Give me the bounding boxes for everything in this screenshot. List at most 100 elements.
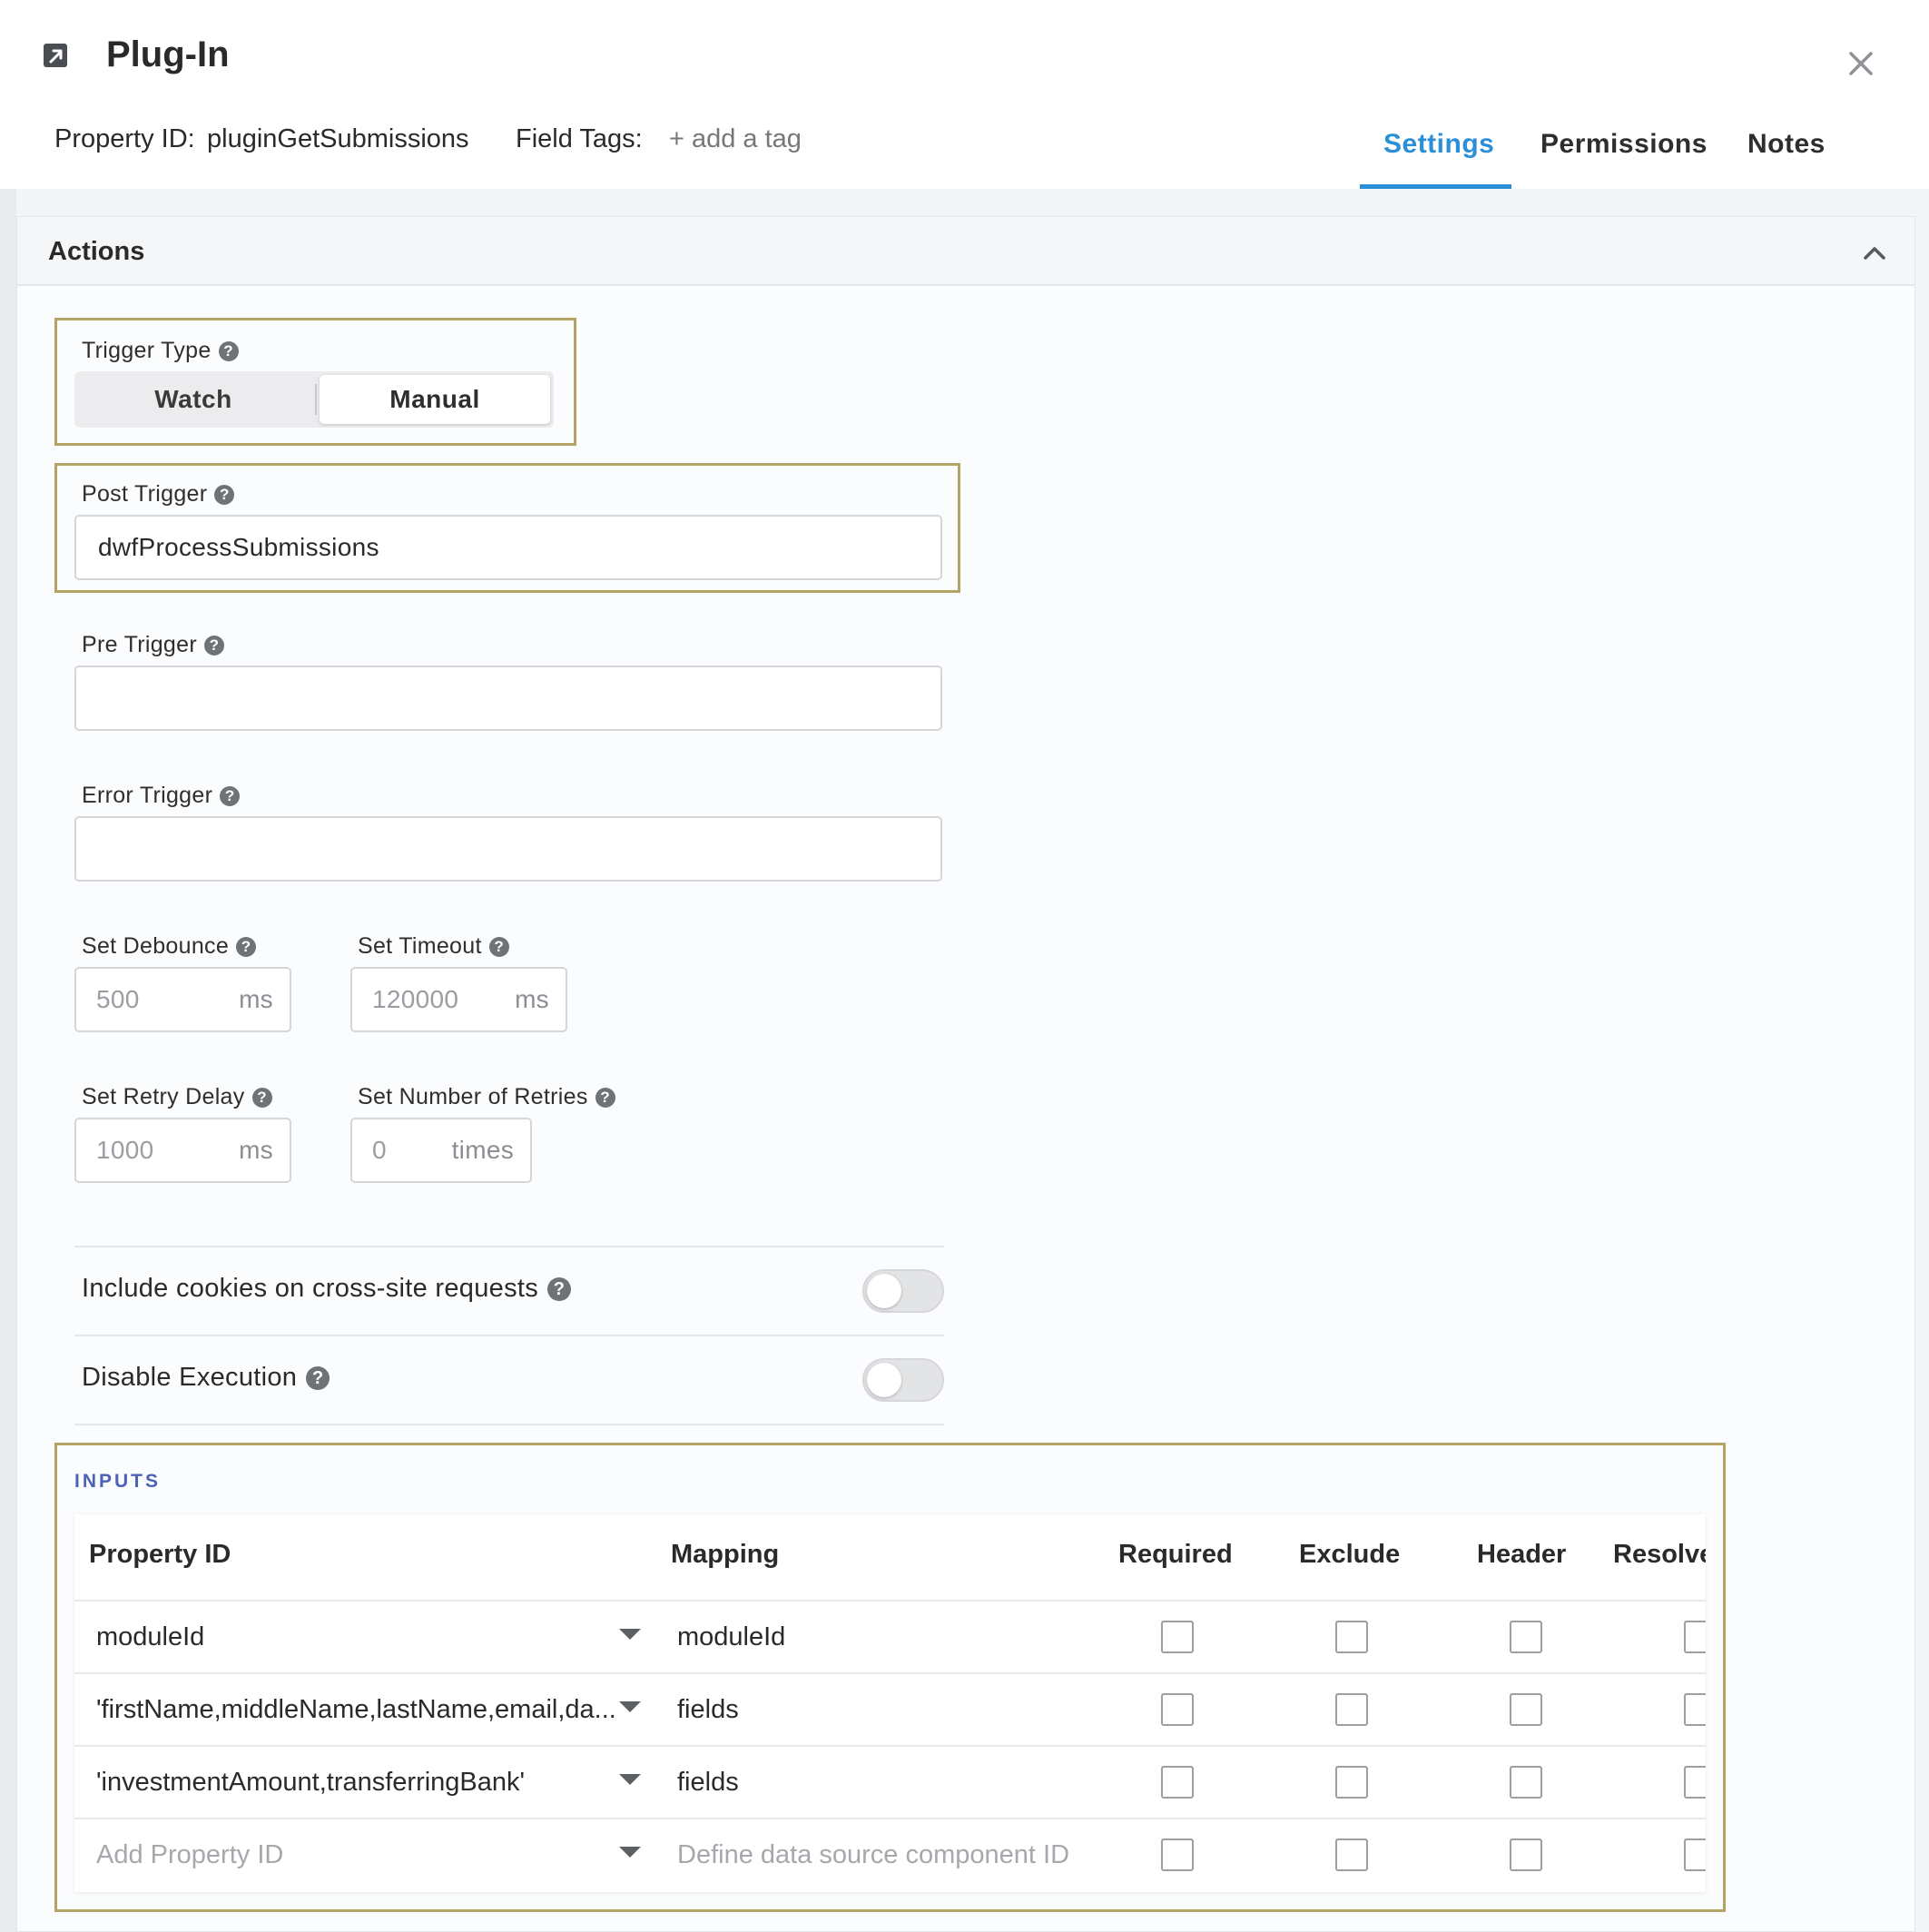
- header-checkbox[interactable]: [1510, 1766, 1542, 1799]
- retries-input[interactable]: 0 times: [350, 1118, 532, 1183]
- help-icon[interactable]: ?: [488, 936, 509, 957]
- tab-settings[interactable]: Settings: [1383, 129, 1494, 160]
- exclude-checkbox[interactable]: [1335, 1693, 1368, 1726]
- retry-delay-unit: ms: [239, 1136, 273, 1164]
- chevron-down-icon[interactable]: [619, 1629, 641, 1640]
- help-icon[interactable]: ?: [220, 785, 241, 806]
- include-cookies-label-text: Include cookies on cross-site requests: [82, 1274, 539, 1303]
- add-property-id-input[interactable]: Add Property ID: [96, 1819, 605, 1890]
- retry-delay-label-text: Set Retry Delay: [82, 1084, 245, 1109]
- pre-trigger-input[interactable]: [74, 665, 942, 731]
- include-cookies-label: Include cookies on cross-site requests ?: [82, 1274, 572, 1304]
- disable-execution-label: Disable Execution ?: [82, 1363, 330, 1393]
- close-icon[interactable]: [1843, 45, 1879, 82]
- timeout-label-text: Set Timeout: [358, 933, 482, 959]
- trigger-manual-option[interactable]: Manual: [320, 375, 550, 424]
- column-header-resolve: Resolve: [1613, 1540, 1706, 1569]
- exclude-checkbox[interactable]: [1335, 1838, 1368, 1871]
- retry-delay-input[interactable]: 1000 ms: [74, 1118, 291, 1183]
- timeout-input[interactable]: 120000 ms: [350, 967, 567, 1032]
- dialog-title: Plug-In: [106, 34, 230, 74]
- header-checkbox[interactable]: [1510, 1838, 1542, 1871]
- disable-execution-toggle[interactable]: [862, 1358, 944, 1402]
- chevron-up-icon[interactable]: [1860, 239, 1889, 268]
- column-header-exclude: Exclude: [1299, 1540, 1401, 1569]
- header-checkbox[interactable]: [1510, 1693, 1542, 1726]
- column-header-header: Header: [1477, 1540, 1567, 1569]
- required-checkbox[interactable]: [1161, 1838, 1194, 1871]
- debounce-label-text: Set Debounce: [82, 933, 230, 959]
- include-cookies-toggle[interactable]: [862, 1269, 944, 1313]
- mapping-cell[interactable]: moduleId: [677, 1602, 785, 1672]
- retry-delay-value: 1000: [96, 1136, 154, 1164]
- retry-delay-label: Set Retry Delay ?: [82, 1084, 272, 1110]
- actions-title: Actions: [48, 237, 145, 266]
- debounce-unit: ms: [239, 985, 273, 1013]
- chevron-down-icon[interactable]: [619, 1774, 641, 1785]
- help-icon[interactable]: ?: [306, 1365, 330, 1390]
- required-checkbox[interactable]: [1161, 1766, 1194, 1799]
- actions-panel-header[interactable]: Actions: [17, 217, 1914, 286]
- required-checkbox[interactable]: [1161, 1693, 1194, 1726]
- retries-label: Set Number of Retries ?: [358, 1084, 615, 1110]
- divider: [74, 1335, 944, 1336]
- mapping-cell[interactable]: fields: [677, 1674, 739, 1745]
- timeout-label: Set Timeout ?: [358, 933, 509, 960]
- retries-label-text: Set Number of Retries: [358, 1084, 588, 1109]
- field-tags-label: Field Tags:: [516, 124, 643, 153]
- required-checkbox[interactable]: [1161, 1621, 1194, 1653]
- timeout-value: 120000: [372, 985, 459, 1013]
- help-icon[interactable]: ?: [236, 936, 257, 957]
- exclude-checkbox[interactable]: [1335, 1766, 1368, 1799]
- debounce-label: Set Debounce ?: [82, 933, 257, 960]
- property-id-value: pluginGetSubmissions: [207, 124, 469, 153]
- column-header-mapping: Mapping: [671, 1540, 780, 1569]
- add-tag-link[interactable]: + add a tag: [669, 124, 802, 154]
- help-icon[interactable]: ?: [547, 1276, 572, 1301]
- help-icon[interactable]: ?: [214, 484, 235, 505]
- trigger-watch-option[interactable]: Watch: [74, 371, 312, 428]
- pre-trigger-label: Pre Trigger ?: [82, 632, 224, 658]
- header-checkbox[interactable]: [1510, 1621, 1542, 1653]
- inputs-section-title: INPUTS: [74, 1471, 162, 1492]
- toggle-knob: [867, 1363, 901, 1397]
- help-icon[interactable]: ?: [251, 1087, 272, 1108]
- mapping-cell[interactable]: fields: [677, 1747, 739, 1818]
- debounce-value: 500: [96, 985, 140, 1013]
- resolve-checkbox[interactable]: [1684, 1693, 1706, 1726]
- resolve-checkbox[interactable]: [1684, 1838, 1706, 1871]
- error-trigger-label: Error Trigger ?: [82, 783, 241, 809]
- property-id-cell[interactable]: moduleId: [96, 1602, 605, 1672]
- post-trigger-label: Post Trigger ?: [82, 481, 235, 508]
- retries-value: 0: [372, 1136, 387, 1164]
- property-id-cell[interactable]: 'investmentAmount,transferringBank': [96, 1747, 605, 1818]
- column-header-property-id: Property ID: [89, 1540, 231, 1569]
- error-trigger-label-text: Error Trigger: [82, 783, 213, 808]
- pre-trigger-label-text: Pre Trigger: [82, 632, 197, 657]
- debounce-input[interactable]: 500 ms: [74, 967, 291, 1032]
- disable-execution-label-text: Disable Execution: [82, 1363, 298, 1392]
- divider: [74, 1246, 944, 1247]
- mapping-input[interactable]: Define data source component ID: [677, 1819, 1069, 1890]
- toggle-knob: [867, 1274, 901, 1308]
- post-trigger-input[interactable]: dwfProcessSubmissions: [74, 515, 942, 580]
- resolve-checkbox[interactable]: [1684, 1766, 1706, 1799]
- chevron-down-icon[interactable]: [619, 1701, 641, 1712]
- exclude-checkbox[interactable]: [1335, 1621, 1368, 1653]
- column-header-required: Required: [1118, 1540, 1233, 1569]
- tab-permissions[interactable]: Permissions: [1540, 129, 1708, 160]
- divider: [74, 1424, 944, 1425]
- resolve-checkbox[interactable]: [1684, 1621, 1706, 1653]
- help-icon[interactable]: ?: [203, 635, 224, 656]
- trigger-type-toggle: Watch Manual: [74, 371, 554, 428]
- error-trigger-input[interactable]: [74, 816, 942, 882]
- help-icon[interactable]: ?: [595, 1087, 615, 1108]
- help-icon[interactable]: ?: [218, 340, 239, 361]
- dialog-header: Plug-In Property ID: pluginGetSubmission…: [0, 0, 1929, 189]
- chevron-down-icon[interactable]: [619, 1847, 641, 1858]
- tab-notes[interactable]: Notes: [1747, 129, 1826, 160]
- table-row: moduleId moduleId: [74, 1600, 1706, 1672]
- post-trigger-label-text: Post Trigger: [82, 481, 208, 507]
- property-id-cell[interactable]: 'firstName,middleName,lastName,email,da.…: [96, 1674, 616, 1745]
- external-link-icon: [44, 44, 67, 67]
